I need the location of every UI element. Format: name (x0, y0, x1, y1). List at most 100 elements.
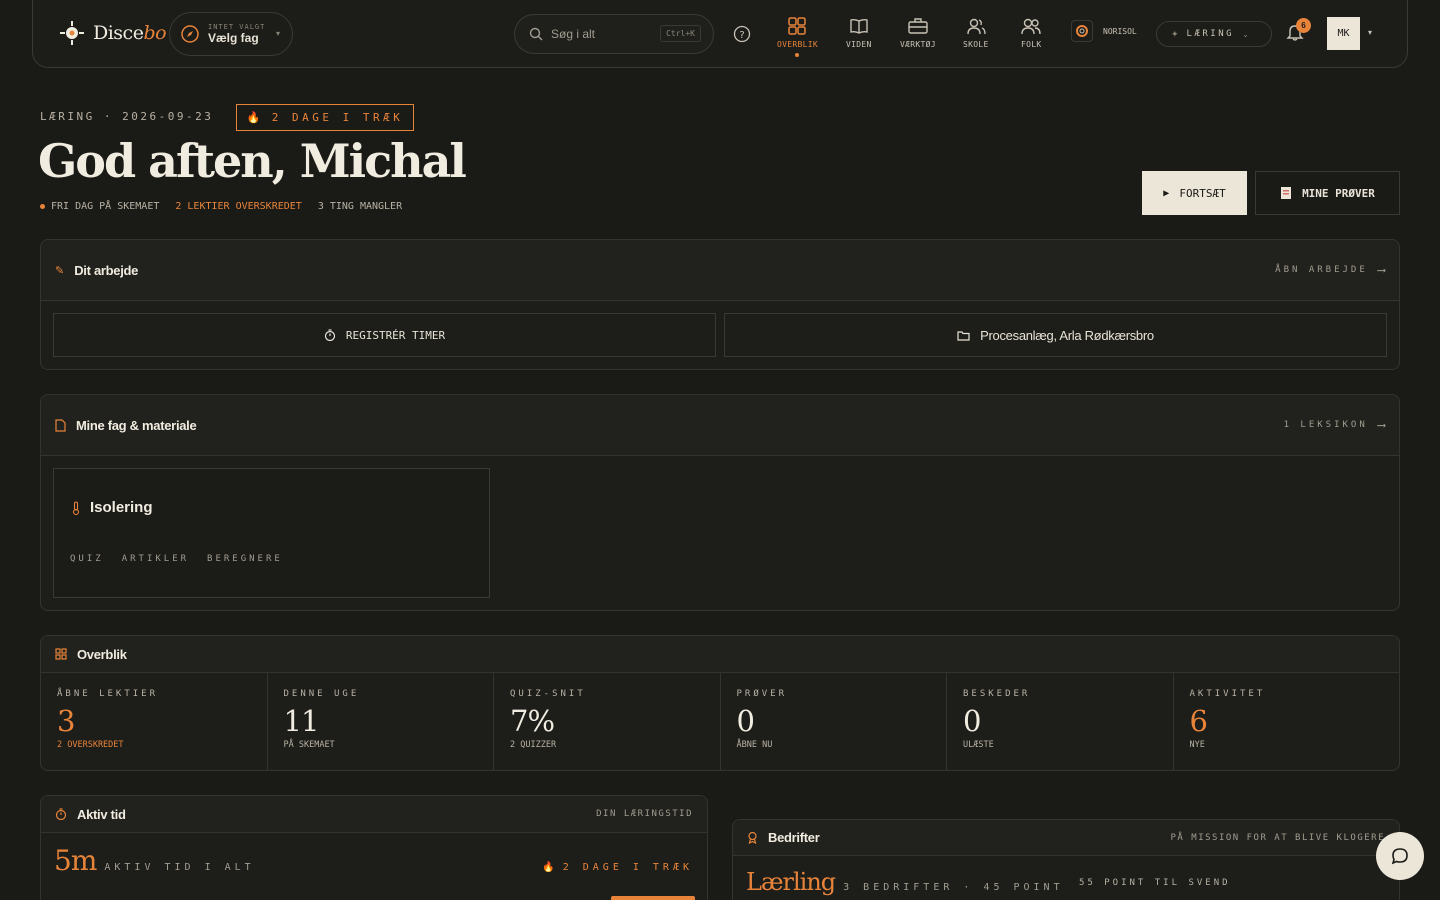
mode-label: LÆRING (1186, 29, 1235, 39)
tag-calculators[interactable]: BEREGNERE (207, 554, 283, 564)
stat-sub: ULÆSTE (963, 740, 994, 750)
stat-key: ÅBNE LEKTIER (57, 689, 159, 699)
project-button[interactable]: Procesanlæg, Arla Rødkærsbro (724, 313, 1387, 357)
subject-picker[interactable]: INTET VALGT Vælg fag ▾ (169, 12, 293, 56)
mode-switcher[interactable]: ✦ LÆRING ⌄ (1156, 21, 1272, 47)
avatar[interactable]: MK (1327, 17, 1360, 50)
tag-quiz[interactable]: QUIZ (70, 554, 104, 564)
stat-quiz-average[interactable]: QUIZ-SNIT 7% 2 QUIZZER (494, 673, 721, 770)
subject-picker-label: Vælg fag (208, 31, 259, 45)
nav-vaerktoej[interactable]: VÆRKTØJ (900, 16, 936, 49)
register-hours-label: REGISTRÉR TIMER (345, 328, 446, 342)
subject-picker-hint: INTET VALGT (208, 23, 266, 31)
achievements-card: Bedrifter PÅ MISSION FOR AT BLIVE KLOGER… (732, 819, 1400, 900)
active-time-value: 5m (54, 844, 97, 877)
active-time-label: AKTIV TID I ALT (104, 862, 255, 873)
card-title: Overblik (77, 646, 127, 662)
card-tag: DIN LÆRINGSTID (596, 809, 693, 819)
stat-this-week[interactable]: DENNE UGE 11 PÅ SKEMAET (268, 673, 494, 770)
card-header: Aktiv tid DIN LÆRINGSTID (41, 796, 707, 833)
stat-open-homework[interactable]: ÅBNE LEKTIER 3 2 OVERSKREDET (41, 673, 268, 770)
subject-name: Isolering (72, 499, 153, 516)
book-icon (850, 18, 868, 34)
organization-switcher[interactable]: NORISOL (1071, 20, 1137, 42)
notification-badge: 6 (1296, 18, 1311, 33)
stat-sub: NYE (1189, 740, 1205, 750)
nav-skole[interactable]: SKOLE (963, 16, 989, 49)
overview-card: Overblik ÅBNE LEKTIER 3 2 OVERSKREDET DE… (40, 635, 1400, 771)
flame-icon: 🔥 (246, 111, 264, 124)
brand-name: Discebo (93, 22, 167, 44)
nav-overblik[interactable]: OVERBLIK (777, 16, 818, 57)
status-missing[interactable]: 3 TING MANGLER (318, 201, 402, 212)
arrow-right-icon: ⟶ (1377, 418, 1385, 432)
subject-tile-isolering[interactable]: Isolering QUIZ ARTIKLER BEREGNERE (53, 468, 490, 598)
stat-activity[interactable]: AKTIVITET 6 NYE (1174, 673, 1400, 770)
people-icon (1021, 18, 1041, 35)
brand-logo[interactable]: Discebo (57, 18, 167, 48)
streak-label: 2 DAGE I TRÆK (562, 862, 693, 873)
stat-sub: PÅ SKEMAET (283, 740, 335, 750)
grid-icon (788, 17, 807, 35)
search-placeholder: Søg i alt (551, 27, 596, 41)
stopwatch-icon (324, 329, 335, 341)
register-hours-button[interactable]: REGISTRÉR TIMER (53, 313, 716, 357)
compass-icon (181, 25, 199, 43)
chevron-down-icon[interactable]: ▾ (1368, 28, 1372, 37)
search-input[interactable]: Søg i alt Ctrl+K (514, 14, 714, 54)
nav-viden[interactable]: VIDEN (846, 16, 872, 49)
chevron-down-icon: ▾ (275, 29, 280, 38)
active-time-summary: 5m AKTIV TID I ALT (54, 844, 255, 877)
medal-icon (748, 831, 757, 844)
stat-value: 11 (283, 704, 320, 738)
stat-value: 0 (736, 704, 755, 738)
search-icon (529, 27, 543, 41)
stat-value: 7% (510, 704, 555, 738)
help-icon[interactable]: ? (733, 25, 751, 43)
stat-messages[interactable]: BESKEDER 0 ULÆSTE (947, 673, 1174, 770)
card-header: Mine fag & materiale 1 LEKSIKON ⟶ (41, 395, 1399, 456)
continue-button[interactable]: ▶ FORTSÆT (1142, 171, 1247, 215)
status-dot (40, 204, 45, 209)
nav-label: VÆRKTØJ (900, 40, 936, 49)
pen-icon: ✎ (55, 264, 65, 277)
work-card: ✎ Dit arbejde ÅBN ARBEJDE ⟶ REGISTRÉR TIM… (40, 239, 1400, 370)
stat-sub: 2 OVERSKREDET (57, 740, 124, 750)
nav-label: OVERBLIK (777, 40, 818, 49)
stat-key: AKTIVITET (1189, 689, 1266, 699)
card-title: Dit arbejde (74, 262, 139, 278)
level-name: Lærling (746, 868, 836, 896)
grid-icon (55, 648, 67, 660)
document-icon (1281, 187, 1292, 199)
stat-value: 0 (963, 704, 981, 738)
open-work-link[interactable]: ÅBN ARBEJDE ⟶ (1275, 263, 1385, 277)
arrow-right-icon: ⟶ (1377, 263, 1385, 277)
streak-badge: 🔥 2 DAGE I TRÆK (236, 104, 414, 131)
lexicon-link[interactable]: 1 LEKSIKON ⟶ (1284, 418, 1385, 432)
active-indicator (795, 53, 800, 57)
my-exams-button[interactable]: MINE PRØVER (1255, 171, 1400, 215)
nav-folk[interactable]: FOLK (1021, 16, 1041, 49)
project-label: Procesanlæg, Arla Rødkærsbro (980, 327, 1154, 343)
stats-row: ÅBNE LEKTIER 3 2 OVERSKREDET DENNE UGE 1… (41, 673, 1400, 770)
nav-label: SKOLE (963, 40, 989, 49)
card-title: Mine fag & materiale (76, 417, 197, 433)
stat-key: DENNE UGE (283, 689, 360, 699)
breadcrumb: LÆRING · 2026-09-23 (40, 110, 214, 123)
svg-text:?: ? (739, 30, 744, 41)
active-time-card: Aktiv tid DIN LÆRINGSTID 5m AKTIV TID I … (40, 795, 708, 900)
chat-button[interactable] (1376, 832, 1424, 880)
file-icon (55, 418, 66, 432)
status-overdue[interactable]: 2 LEKTIER OVERSKREDET (175, 201, 301, 212)
card-tag: PÅ MISSION FOR AT BLIVE KLOGERE (1170, 832, 1385, 843)
stat-exams[interactable]: PRØVER 0 ÅBNE NU (721, 673, 947, 770)
card-title: Aktiv tid (77, 806, 126, 822)
tag-articles[interactable]: ARTIKLER (122, 554, 189, 564)
page-title: God aften, Michal (38, 134, 467, 188)
play-icon: ▶ (1163, 187, 1170, 199)
chevron-down-icon: ⌄ (1242, 29, 1249, 39)
thermometer-icon (72, 500, 80, 515)
stat-value: 3 (57, 704, 75, 738)
org-name: NORISOL (1103, 26, 1137, 36)
top-navigation: Discebo INTET VALGT Vælg fag ▾ Søg i alt… (32, 0, 1408, 68)
